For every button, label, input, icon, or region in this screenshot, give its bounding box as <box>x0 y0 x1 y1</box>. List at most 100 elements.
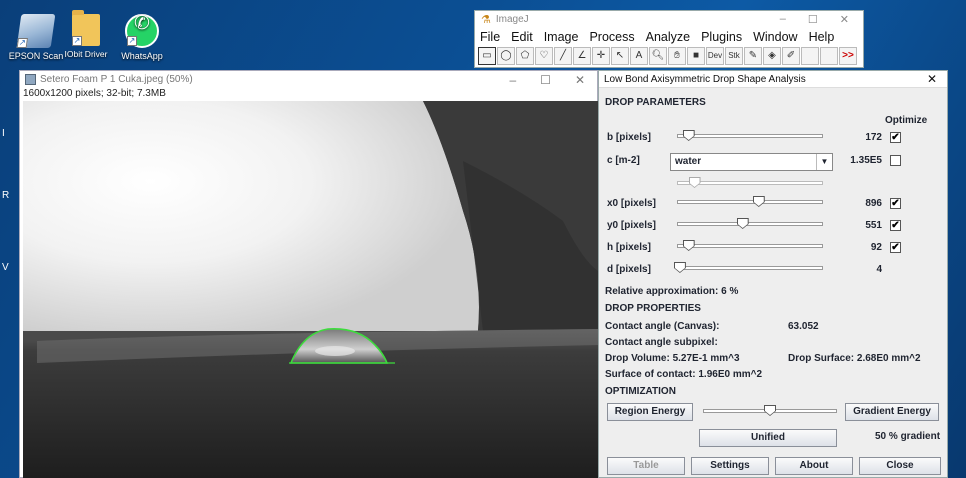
dialog-titlebar[interactable]: Low Bond Axisymmetric Drop Shape Analysi… <box>599 71 947 88</box>
desktop-edge-text: R <box>2 190 10 201</box>
close-button[interactable]: Close <box>859 457 941 475</box>
color-picker-icon[interactable]: ■ <box>687 47 705 65</box>
menu-help[interactable]: Help <box>809 30 835 44</box>
dialog-title: Low Bond Axisymmetric Drop Shape Analysi… <box>604 73 806 85</box>
param-d-slider[interactable] <box>673 262 823 274</box>
menu-plugins[interactable]: Plugins <box>701 30 742 44</box>
close-icon[interactable]: ✕ <box>575 73 585 87</box>
param-d-label: d [pixels] <box>607 264 651 275</box>
menu-edit[interactable]: Edit <box>511 30 533 44</box>
lbadsa-dialog: Low Bond Axisymmetric Drop Shape Analysi… <box>598 70 948 478</box>
param-y0-optimize-checkbox[interactable]: ✔ <box>890 220 901 231</box>
imagej-titlebar[interactable]: ⚗ ImageJ – ☐ ✕ <box>475 11 863 28</box>
brush-tool-icon[interactable]: ✎ <box>744 47 762 65</box>
gradient-energy-button[interactable]: Gradient Energy <box>845 403 939 421</box>
table-button[interactable]: Table <box>607 457 685 475</box>
maximize-icon[interactable]: ☐ <box>808 13 818 26</box>
maximize-icon[interactable]: ☐ <box>540 73 551 87</box>
pencil-tool-icon[interactable]: ✐ <box>782 47 800 65</box>
polygon-tool-icon[interactable]: ⬠ <box>516 47 534 65</box>
contact-angle-subpixel-label: Contact angle subpixel: <box>605 337 718 348</box>
desktop-icon-label: IObit Driver Booster PR <box>64 49 108 59</box>
close-icon[interactable]: ✕ <box>927 72 947 86</box>
blank-tool-icon <box>820 47 838 65</box>
imagej-toolbar: ▭ ◯ ⬠ ♡ ╱ ∠ ✛ ↖ A 🔍︎ ✋︎ ■ Dev Stk ✎ ◈ ✐ … <box>475 46 863 66</box>
surface-of-contact: Surface of contact: 1.96E0 mm^2 <box>605 369 763 380</box>
param-x0-slider[interactable] <box>677 196 823 208</box>
wand-tool-icon[interactable]: ↖ <box>611 47 629 65</box>
drop-volume: Drop Volume: 5.27E-1 mm^3 <box>605 353 740 364</box>
blank-tool-icon <box>801 47 819 65</box>
desktop-edge-text: V <box>2 262 9 273</box>
optimize-header: Optimize <box>885 115 928 126</box>
section-optimization: OPTIMIZATION <box>605 386 676 397</box>
param-c-label: c [m-2] <box>607 155 640 166</box>
param-x0-label: x0 [pixels] <box>607 198 656 209</box>
param-c-optimize-checkbox[interactable] <box>890 155 901 166</box>
imagej-window: ⚗ ImageJ – ☐ ✕ File Edit Image Process A… <box>474 10 864 68</box>
param-h-label: h [pixels] <box>607 242 651 253</box>
window-controls: – ☐ ✕ <box>780 13 863 26</box>
settings-button[interactable]: Settings <box>691 457 769 475</box>
image-window: Setero Foam P 1 Cuka.jpeg (50%) – ☐ ✕ 16… <box>19 70 598 478</box>
drop-surface: Drop Surface: 2.68E0 mm^2 <box>788 353 921 364</box>
param-c-value: 1.35E5 <box>850 155 882 166</box>
oval-tool-icon[interactable]: ◯ <box>497 47 515 65</box>
line-tool-icon[interactable]: ╱ <box>554 47 572 65</box>
param-y0-value: 551 <box>865 220 882 231</box>
param-c-slider[interactable] <box>677 177 823 189</box>
stk-tool-icon[interactable]: Stk <box>725 47 743 65</box>
gradient-percentage: 50 % gradient <box>875 431 941 442</box>
more-tools-icon[interactable]: >> <box>839 47 857 65</box>
contact-angle-canvas-label: Contact angle (Canvas): <box>605 321 720 332</box>
menu-window[interactable]: Window <box>753 30 797 44</box>
imagej-menubar: File Edit Image Process Analyze Plugins … <box>475 28 863 46</box>
param-b-slider[interactable] <box>677 130 823 142</box>
imagej-logo-icon: ⚗ <box>481 14 491 26</box>
imagej-title: ImageJ <box>495 14 529 25</box>
menu-file[interactable]: File <box>480 30 500 44</box>
minimize-icon[interactable]: – <box>780 13 786 26</box>
menu-image[interactable]: Image <box>544 30 579 44</box>
param-y0-slider[interactable] <box>677 218 823 230</box>
liquid-select-value: water <box>675 156 702 167</box>
section-drop-parameters: DROP PARAMETERS <box>605 97 706 108</box>
point-tool-icon[interactable]: ✛ <box>592 47 610 65</box>
menu-process[interactable]: Process <box>589 30 634 44</box>
image-file-icon <box>25 74 36 85</box>
image-info: 1600x1200 pixels; 32-bit; 7.3MB <box>23 88 166 99</box>
minimize-icon[interactable]: – <box>509 73 516 87</box>
param-h-optimize-checkbox[interactable]: ✔ <box>890 242 901 253</box>
param-d-value: 4 <box>876 264 882 275</box>
close-icon[interactable]: ✕ <box>840 13 849 26</box>
flood-fill-icon[interactable]: ◈ <box>763 47 781 65</box>
drop-photo <box>23 101 598 478</box>
hand-tool-icon[interactable]: ✋︎ <box>668 47 686 65</box>
liquid-select[interactable]: water ▼ <box>670 153 833 171</box>
contact-angle-canvas-value: 63.052 <box>788 321 819 332</box>
relative-approximation: Relative approximation: 6 % <box>605 286 739 297</box>
desktop-edge-text: I <box>2 128 5 139</box>
dev-tool-icon[interactable]: Dev <box>706 47 724 65</box>
param-x0-value: 896 <box>865 198 882 209</box>
image-window-titlebar[interactable]: Setero Foam P 1 Cuka.jpeg (50%) – ☐ ✕ <box>20 71 597 88</box>
param-b-label: b [pixels] <box>607 132 651 143</box>
param-h-value: 92 <box>870 242 882 253</box>
about-button[interactable]: About <box>775 457 853 475</box>
menu-analyze[interactable]: Analyze <box>646 30 690 44</box>
magnifier-tool-icon[interactable]: 🔍︎ <box>649 47 667 65</box>
freehand-tool-icon[interactable]: ♡ <box>535 47 553 65</box>
text-tool-icon[interactable]: A <box>630 47 648 65</box>
region-energy-button[interactable]: Region Energy <box>607 403 693 421</box>
param-h-slider[interactable] <box>677 240 823 252</box>
window-controls: – ☐ ✕ <box>509 73 597 87</box>
angle-tool-icon[interactable]: ∠ <box>573 47 591 65</box>
unified-button[interactable]: Unified <box>699 429 837 447</box>
energy-balance-slider[interactable] <box>703 405 837 417</box>
param-x0-optimize-checkbox[interactable]: ✔ <box>890 198 901 209</box>
desktop-icon-iobit[interactable]: ↗ IObit Driver Booster PR <box>56 10 116 59</box>
image-canvas[interactable] <box>23 101 598 478</box>
param-b-optimize-checkbox[interactable]: ✔ <box>890 132 901 143</box>
rectangle-tool-icon[interactable]: ▭ <box>478 47 496 65</box>
desktop-icon-whatsapp[interactable]: ↗ WhatsApp <box>112 14 172 61</box>
